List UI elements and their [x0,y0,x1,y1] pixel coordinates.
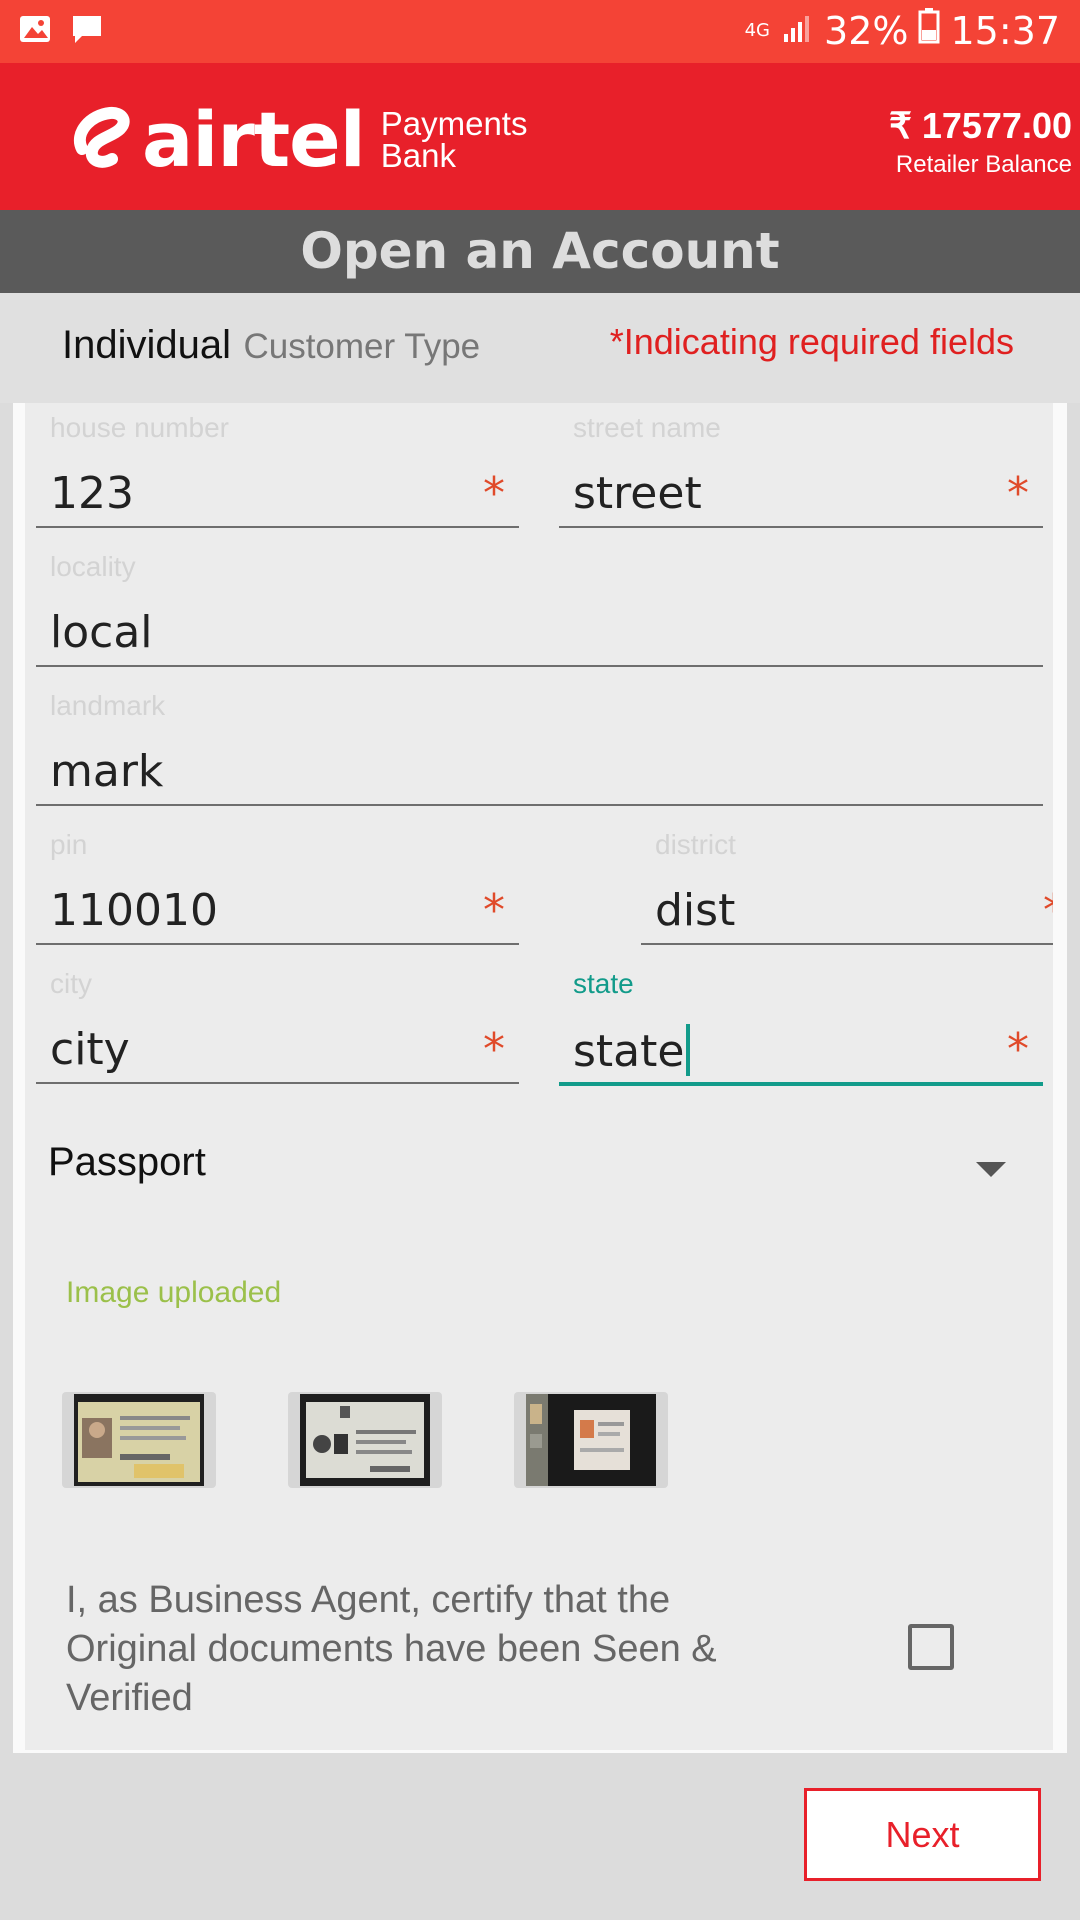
field-underline [641,943,1053,945]
state-value-wrap: state [573,1024,691,1077]
balance-amount: ₹ 17577.00 [888,105,1072,146]
locality-value: local [50,607,153,658]
required-marker: * [483,468,505,519]
city-value: city [50,1024,130,1075]
district-value: dist [655,885,736,936]
house-number-value: 123 [50,468,134,519]
upload-status: Image uploaded [66,1276,282,1309]
house-number-field[interactable]: house number 123 * [36,410,519,530]
landmark-label: landmark [50,690,166,721]
field-underline [559,1082,1043,1086]
dropdown-arrow-icon [976,1162,1006,1177]
field-underline [36,665,1043,667]
brand-subtitle: Payments Bank [380,105,528,174]
document-thumbnail-3[interactable] [514,1392,668,1488]
landmark-field[interactable]: landmark mark [36,688,1043,808]
city-label: city [50,968,92,999]
customer-type-row: Individual Customer Type *Indicating req… [0,293,1080,403]
locality-field[interactable]: locality local [36,549,1043,669]
battery-percent: 32% [824,8,909,53]
battery-icon [918,8,940,53]
brand-subtitle-line1: Payments [380,105,528,142]
document-type-dropdown[interactable]: Passport [34,1140,1024,1200]
street-name-label: street name [573,412,721,443]
district-label: district [655,829,736,860]
brand-subtitle-line2: Bank [380,137,456,174]
customer-type-value: Individual [62,323,232,367]
required-marker: * [1043,885,1053,936]
airtel-swirl-icon [72,103,130,177]
required-marker: * [1007,1024,1029,1075]
document-type-value: Passport [48,1140,206,1184]
state-field[interactable]: state state * [559,966,1043,1088]
network-type: 4G [744,20,771,41]
retailer-balance: ₹ 17577.00 Retailer Balance [889,105,1072,179]
required-marker: * [483,885,505,936]
app-header: airtel Payments Bank ₹ 17577.00 Retailer… [0,63,1080,210]
certify-checkbox[interactable] [908,1624,954,1670]
street-name-value: street [573,468,702,519]
house-number-label: house number [50,412,230,443]
customer-type-label: Customer Type [243,327,481,366]
field-underline [36,804,1043,806]
field-underline [36,943,519,945]
document-thumbnail-1[interactable] [62,1392,216,1488]
message-icon [70,12,104,46]
field-underline [36,526,519,528]
required-marker: * [1007,468,1029,519]
required-fields-note: *Indicating required fields [609,321,1014,362]
signal-icon [780,9,814,53]
next-button[interactable]: Next [804,1788,1041,1881]
document-thumbnail-2[interactable] [288,1392,442,1488]
state-label: state [573,968,634,999]
status-bar: 4G 32% 15:37 [0,0,1080,63]
clock: 15:37 [950,8,1060,53]
pin-value: 110010 [50,885,218,936]
gallery-icon [18,12,52,46]
balance-label: Retailer Balance [895,151,1072,178]
page-title: Open an Account [0,210,1080,293]
required-marker: * [483,1024,505,1075]
landmark-value: mark [50,746,164,797]
airtel-logo: airtel Payments Bank [72,95,528,184]
locality-label: locality [50,551,136,582]
field-underline [36,1082,519,1084]
pin-label: pin [50,829,88,860]
certify-text: I, as Business Agent, certify that the O… [66,1579,717,1719]
city-field[interactable]: city city * [36,966,519,1086]
text-cursor [686,1024,691,1076]
state-value: state [573,1026,685,1077]
field-underline [559,526,1043,528]
district-field[interactable]: district dist * [641,827,1053,947]
brand-name: airtel [142,95,366,184]
street-name-field[interactable]: street name street * [559,410,1043,530]
customer-type: Individual Customer Type [62,323,480,368]
pin-field[interactable]: pin 110010 * [36,827,519,947]
